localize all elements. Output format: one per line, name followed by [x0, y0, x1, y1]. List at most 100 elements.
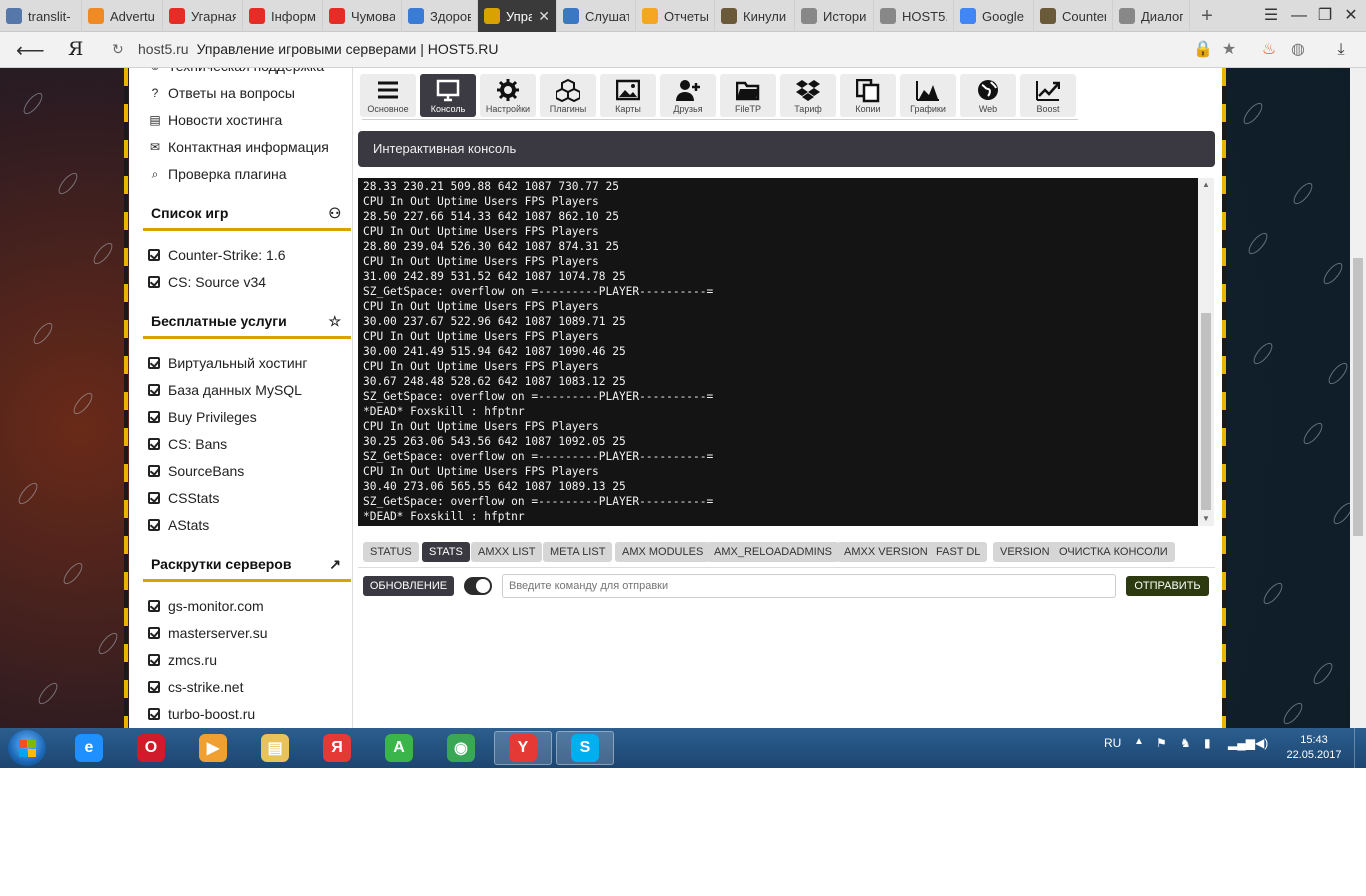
- send-button[interactable]: ОТПРАВИТЬ: [1126, 576, 1209, 596]
- taskbar-app[interactable]: ▤: [246, 731, 304, 765]
- star-icon[interactable]: ★: [1219, 40, 1239, 60]
- tool-button[interactable]: Тариф: [780, 74, 836, 117]
- browser-tab[interactable]: Диалог: [1113, 0, 1190, 32]
- start-button[interactable]: [8, 730, 46, 766]
- tool-button[interactable]: Копии: [840, 74, 896, 117]
- free-service-link[interactable]: CS: Bans: [148, 434, 227, 454]
- tool-button[interactable]: Boost: [1020, 74, 1076, 117]
- scroll-up-arrow-icon[interactable]: ▲: [1198, 178, 1214, 192]
- clock[interactable]: 15:43 22.05.2017: [1282, 733, 1346, 763]
- taskbar-app[interactable]: ▶: [184, 731, 242, 765]
- browser-tab[interactable]: Advertu: [82, 0, 163, 32]
- network-signal-icon[interactable]: ▂▄▆: [1228, 736, 1255, 750]
- update-button[interactable]: ОБНОВЛЕНИЕ: [363, 576, 454, 596]
- tray-app-icon[interactable]: ♞: [1180, 736, 1191, 750]
- sidebar-link[interactable]: ⌕ Проверка плагина: [148, 164, 287, 184]
- url-field[interactable]: host5.ru Управление игровыми серверами | …: [138, 41, 499, 57]
- lock-icon[interactable]: 🔒: [1193, 40, 1213, 60]
- tool-button[interactable]: Консоль: [420, 74, 476, 117]
- browser-tab[interactable]: translit-: [0, 0, 82, 32]
- menu-icon[interactable]: ☰: [1259, 4, 1283, 28]
- sidebar-link[interactable]: ☺ Техническая поддержка: [148, 68, 324, 76]
- taskbar-app[interactable]: O: [122, 731, 180, 765]
- sidebar-link[interactable]: ✉ Контактная информация: [148, 137, 329, 157]
- game-link[interactable]: Counter-Strike: 1.6: [148, 245, 286, 265]
- browser-tab[interactable]: HOST5.F: [874, 0, 954, 32]
- promo-link[interactable]: gs-monitor.com: [148, 596, 264, 616]
- tool-button[interactable]: Графики: [900, 74, 956, 117]
- browser-tab[interactable]: Counter: [1034, 0, 1113, 32]
- free-service-link[interactable]: Виртуальный хостинг: [148, 353, 308, 373]
- taskbar-app[interactable]: A: [370, 731, 428, 765]
- tray-expand-icon[interactable]: ▲: [1134, 736, 1144, 747]
- taskbar-app[interactable]: e: [60, 731, 118, 765]
- free-service-link[interactable]: Buy Privileges: [148, 407, 257, 427]
- tool-button[interactable]: Основное: [360, 74, 416, 117]
- new-tab-button[interactable]: +: [1195, 4, 1219, 28]
- browser-tab[interactable]: Google: [954, 0, 1034, 32]
- flag-icon[interactable]: ⚑: [1156, 736, 1167, 750]
- tool-button[interactable]: Настройки: [480, 74, 536, 117]
- command-button[interactable]: VERSION: [993, 542, 1057, 562]
- browser-tab[interactable]: Истори: [795, 0, 874, 32]
- browser-tab[interactable]: Упра ✕: [478, 0, 557, 32]
- tool-button[interactable]: Web: [960, 74, 1016, 117]
- game-link[interactable]: CS: Source v34: [148, 272, 266, 292]
- show-desktop-button[interactable]: [1354, 728, 1366, 768]
- auto-update-toggle[interactable]: [464, 577, 492, 595]
- language-indicator[interactable]: RU: [1104, 736, 1121, 750]
- browser-tab[interactable]: Угарная: [163, 0, 243, 32]
- browser-tab[interactable]: Слушат: [557, 0, 636, 32]
- scroll-down-arrow-icon[interactable]: ▼: [1198, 512, 1214, 526]
- command-button[interactable]: META LIST: [543, 542, 613, 562]
- close-window-button[interactable]: ✕: [1339, 4, 1363, 28]
- back-arrow-icon[interactable]: ⟵: [16, 38, 45, 63]
- page-scrollbar[interactable]: [1350, 68, 1366, 728]
- command-button[interactable]: AMXX LIST: [471, 542, 543, 562]
- tool-button[interactable]: Друзья: [660, 74, 716, 117]
- reload-icon[interactable]: ↻: [112, 41, 124, 58]
- taskbar-app[interactable]: ◉: [432, 731, 490, 765]
- command-button[interactable]: AMXX VERSION: [837, 542, 935, 562]
- tool-button[interactable]: Карты: [600, 74, 656, 117]
- restore-button[interactable]: ❐: [1313, 4, 1337, 28]
- download-icon[interactable]: ⤓: [1331, 40, 1351, 60]
- free-service-link[interactable]: CSStats: [148, 488, 219, 508]
- promo-link[interactable]: cs-strike.net: [148, 677, 243, 697]
- minimize-button[interactable]: —: [1287, 4, 1311, 28]
- sidebar-link[interactable]: ▤ Новости хостинга: [148, 110, 282, 130]
- free-service-link[interactable]: База данных MySQL: [148, 380, 302, 400]
- promo-link[interactable]: masterserver.su: [148, 623, 268, 643]
- volume-icon[interactable]: ◀): [1255, 736, 1268, 750]
- browser-tab[interactable]: Кинули: [715, 0, 795, 32]
- browser-tab[interactable]: Чумова: [323, 0, 402, 32]
- tool-button[interactable]: Плагины: [540, 74, 596, 117]
- command-button[interactable]: ОЧИСТКА КОНСОЛИ: [1052, 542, 1175, 562]
- free-service-link[interactable]: AStats: [148, 515, 209, 535]
- console-scroll-thumb[interactable]: [1201, 313, 1211, 510]
- browser-tab[interactable]: Інформа: [243, 0, 323, 32]
- tool-button[interactable]: FileTP: [720, 74, 776, 117]
- browser-tab[interactable]: Отчеты: [636, 0, 715, 32]
- taskbar-app[interactable]: S: [556, 731, 614, 765]
- sidebar-link[interactable]: ? Ответы на вопросы: [148, 83, 295, 103]
- free-service-link[interactable]: SourceBans: [148, 461, 244, 481]
- close-tab-icon[interactable]: ✕: [538, 8, 550, 25]
- command-button[interactable]: STATUS: [363, 542, 419, 562]
- taskbar-app[interactable]: Y: [494, 731, 552, 765]
- command-button[interactable]: AMX_RELOADADMINS: [707, 542, 839, 562]
- globe-icon[interactable]: ◍: [1288, 40, 1308, 60]
- console-scrollbar[interactable]: ▲ ▼: [1198, 178, 1214, 526]
- promo-link[interactable]: zmcs.ru: [148, 650, 217, 670]
- command-button[interactable]: AMX MODULES: [615, 542, 711, 562]
- command-button[interactable]: STATS: [422, 542, 470, 562]
- page-scroll-thumb[interactable]: [1353, 258, 1363, 536]
- command-input[interactable]: [502, 574, 1116, 598]
- browser-tab[interactable]: Здоров: [402, 0, 478, 32]
- battery-icon[interactable]: ▮: [1204, 736, 1211, 750]
- command-button[interactable]: FAST DL: [929, 542, 988, 562]
- yandex-logo[interactable]: Я: [68, 38, 83, 60]
- fire-icon[interactable]: ♨: [1259, 40, 1279, 60]
- taskbar-app[interactable]: Я: [308, 731, 366, 765]
- promo-link[interactable]: turbo-boost.ru: [148, 704, 255, 724]
